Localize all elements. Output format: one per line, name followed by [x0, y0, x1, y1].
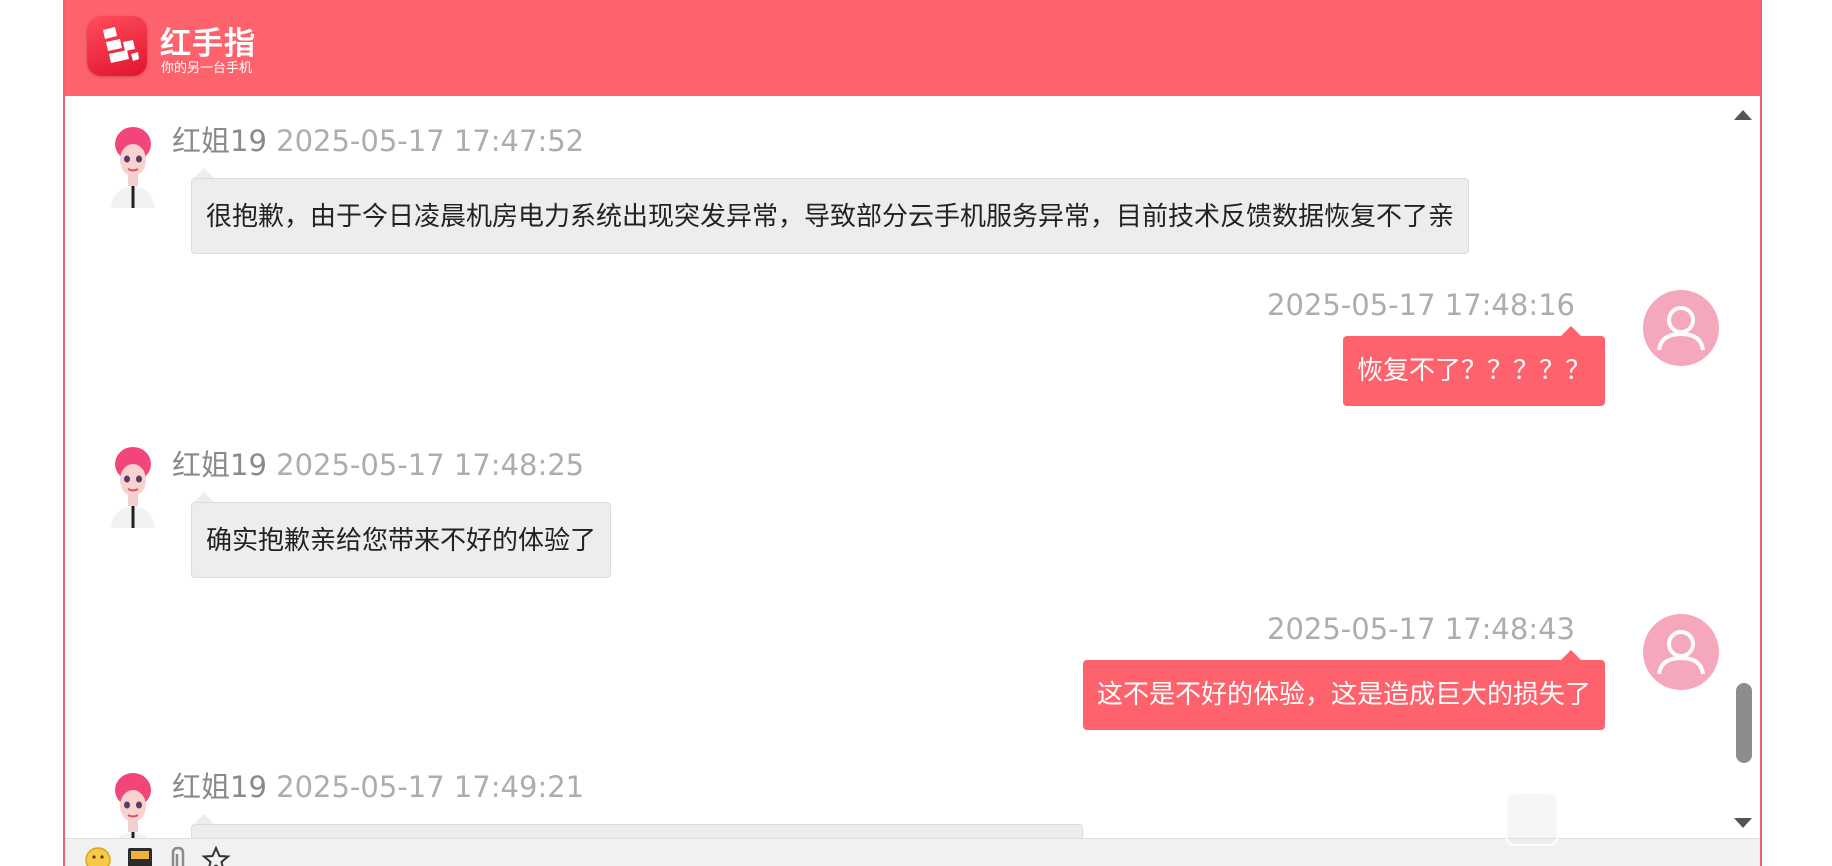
scroll-down-arrow-icon[interactable]: [1734, 818, 1752, 828]
input-toolbar: [65, 838, 1760, 866]
watermark-icon: [1505, 792, 1559, 846]
agent-avatar-icon: [115, 773, 151, 838]
sender-name: 红姐19: [172, 124, 267, 158]
message-timestamp: 2025-05-17 17:48:43: [1267, 612, 1575, 646]
user-avatar: [1643, 614, 1719, 690]
message-bubble[interactable]: 很抱歉，由于今日凌晨机房电力系统出现突发异常，导致部分云手机服务异常，目前技术反…: [191, 178, 1470, 254]
scroll-up-arrow-icon[interactable]: [1734, 110, 1752, 120]
message-bubble[interactable]: 确实抱歉亲给您带来不好的体验了: [191, 502, 612, 578]
chat-window: 红手指 你的另一台手机 红姐19 2025-05-17 17:47:52 很抱歉…: [63, 0, 1762, 866]
message-user: 2025-05-17 17:48:16 恢复不了？？？？？: [65, 266, 1760, 406]
user-avatar-icon: [1657, 306, 1705, 351]
app-header: 红手指 你的另一台手机: [65, 0, 1760, 96]
attachment-icon[interactable]: [163, 845, 193, 866]
sender-name: 红姐19: [172, 448, 267, 482]
message-bubble[interactable]: 恢复不了？？？？？: [1342, 336, 1605, 406]
emoji-icon[interactable]: [83, 845, 113, 866]
logo-icon: [103, 27, 139, 63]
message-timestamp: 2025-05-17 17:48:16: [1267, 288, 1575, 322]
message-user: 2025-05-17 17:48:43 这不是不好的体验，这是造成巨大的损失了: [65, 592, 1760, 732]
message-agent: 红姐19 2025-05-17 17:47:52 很抱歉，由于今日凌晨机房电力系…: [65, 96, 1760, 266]
brand-slogan: 你的另一台手机: [161, 61, 253, 76]
agent-avatar-icon: [111, 447, 155, 528]
image-icon[interactable]: [125, 845, 155, 866]
app-logo: [87, 16, 147, 76]
sender-name: 红姐19: [172, 770, 267, 804]
message-agent: 红姐19 2025-05-17 17:48:25 确实抱歉亲给您带来不好的体验了: [65, 416, 1760, 586]
message-timestamp: 2025-05-17 17:49:21: [276, 770, 585, 804]
scrollbar-thumb[interactable]: [1736, 683, 1752, 763]
message-timestamp: 2025-05-17 17:47:52: [276, 124, 585, 158]
message-timestamp: 2025-05-17 17:48:25: [276, 448, 585, 482]
chat-message-list[interactable]: 红姐19 2025-05-17 17:47:52 很抱歉，由于今日凌晨机房电力系…: [65, 96, 1760, 838]
user-avatar: [1643, 290, 1719, 366]
message-bubble[interactable]: 这不是不好的体验，这是造成巨大的损失了: [1082, 660, 1605, 730]
message-bubble[interactable]: [191, 824, 1083, 838]
agent-avatar-icon: [111, 127, 155, 208]
star-icon[interactable]: [201, 845, 231, 866]
user-avatar-icon: [1657, 630, 1705, 675]
